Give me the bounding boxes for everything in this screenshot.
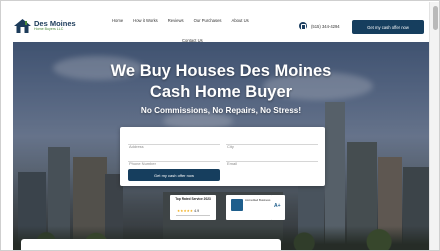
city-field-wrapper xyxy=(226,135,318,151)
address-input[interactable] xyxy=(128,142,220,151)
hero-title-line-2: Cash Home Buyer xyxy=(149,83,293,101)
award-title: Top Rated Service 2023 xyxy=(175,197,211,201)
hero-section: We Buy Houses Des Moines Cash Home Buyer… xyxy=(13,42,429,250)
nav-about-us[interactable]: About Us xyxy=(232,18,249,23)
bbb-badge[interactable]: Accredited Business xyxy=(226,195,272,220)
phone-input[interactable] xyxy=(128,159,220,168)
bbb-logo-icon xyxy=(231,199,243,211)
header-phone[interactable]: (515) 344-4294 xyxy=(299,22,340,30)
badge-divider xyxy=(176,215,210,216)
logo-name: Des Moines xyxy=(34,18,76,28)
next-section-edge xyxy=(21,239,281,250)
nav-our-purchases[interactable]: Our Purchases xyxy=(194,18,222,23)
bbb-label: Accredited Business xyxy=(245,198,271,202)
hero-title-line-1: We Buy Houses Des Moines xyxy=(110,62,332,80)
rating-stars-icon: ★★★★★ 4.9 xyxy=(177,209,200,213)
top-rated-badge[interactable]: Top Rated Service 2023 ★★★★★ 4.9 xyxy=(170,195,216,220)
phone-number[interactable]: (515) 344-4294 xyxy=(311,24,340,29)
site-logo[interactable]: Des Moines Home Buyers LLC xyxy=(14,17,80,35)
bbb-grade: A+ xyxy=(274,203,281,209)
logo-tagline: Home Buyers LLC xyxy=(34,27,64,32)
site-header: Des Moines Home Buyers LLC Home How it W… xyxy=(2,2,428,43)
header-cta-button[interactable]: Get my cash offer now xyxy=(352,20,424,34)
bbb-rating-badge[interactable]: A+ xyxy=(271,195,285,220)
house-icon xyxy=(14,19,31,33)
email-input[interactable] xyxy=(226,159,318,168)
hero-subtitle: No Commissions, No Repairs, No Stress! xyxy=(140,106,302,115)
email-field-wrapper xyxy=(226,152,318,168)
phone-icon xyxy=(299,22,307,30)
city-input[interactable] xyxy=(226,142,318,151)
cash-offer-form: Get my cash offer now xyxy=(120,127,325,186)
award-rating: 4.9 xyxy=(194,209,200,213)
nav-how-it-works[interactable]: How it Works xyxy=(133,18,158,23)
scrollbar-thumb[interactable] xyxy=(433,6,438,30)
main-nav: Home How it Works Reviews Our Purchases … xyxy=(112,18,249,23)
submit-offer-button[interactable]: Get my cash offer now xyxy=(128,169,220,181)
address-field-wrapper xyxy=(128,135,220,151)
page-scrollbar[interactable] xyxy=(429,2,439,250)
nav-home[interactable]: Home xyxy=(112,18,123,23)
phone-field-wrapper xyxy=(128,152,220,168)
nav-reviews[interactable]: Reviews xyxy=(168,18,184,23)
browser-viewport: Des Moines Home Buyers LLC Home How it W… xyxy=(0,0,440,251)
